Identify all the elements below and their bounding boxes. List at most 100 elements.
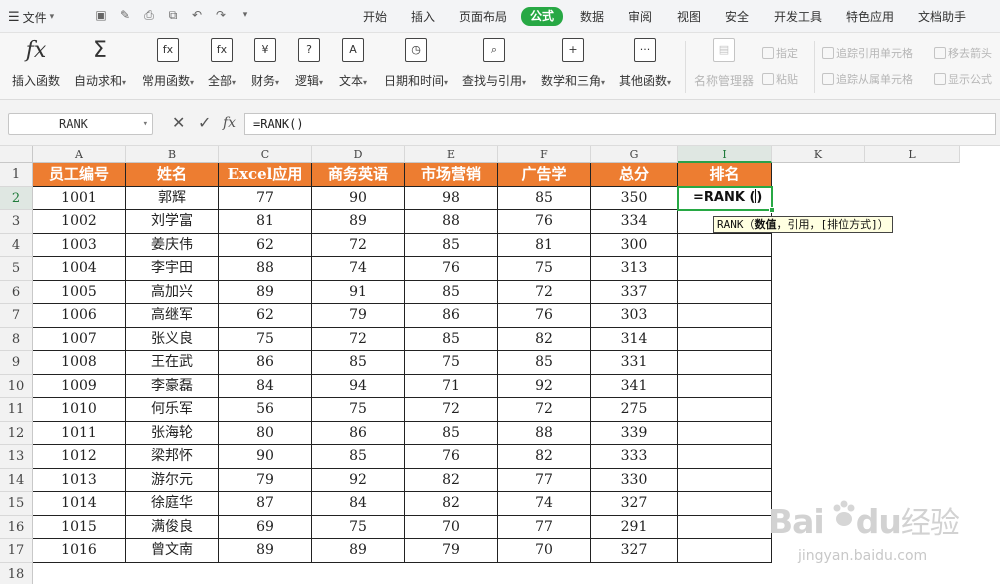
table-cell[interactable]: 79 xyxy=(219,468,312,492)
table-cell[interactable]: 79 xyxy=(312,304,405,328)
print-icon[interactable]: ⎙ xyxy=(142,8,156,22)
table-cell[interactable]: 82 xyxy=(498,445,591,469)
table-cell[interactable]: 89 xyxy=(312,539,405,563)
file-menu-button[interactable]: ☰ 文件 ▾ xyxy=(8,8,54,26)
table-cell[interactable]: 72 xyxy=(312,233,405,257)
table-cell[interactable]: 77 xyxy=(498,515,591,539)
table-cell[interactable]: 92 xyxy=(498,374,591,398)
tab-data[interactable]: 数据 xyxy=(580,8,604,26)
select-all-corner[interactable] xyxy=(0,146,33,163)
tab-insert[interactable]: 插入 xyxy=(411,8,435,26)
table-cell[interactable]: 曾文南 xyxy=(126,539,219,563)
table-cell[interactable]: 77 xyxy=(219,186,312,210)
rank-cell[interactable] xyxy=(678,257,772,281)
trace-precedents-button[interactable]: 追踪引用单元格 xyxy=(822,45,913,61)
rank-cell[interactable] xyxy=(678,398,772,422)
row-header-8[interactable]: 8 xyxy=(0,327,33,351)
table-cell[interactable]: 291 xyxy=(591,515,678,539)
table-cell[interactable]: 李宇田 xyxy=(126,257,219,281)
table-cell[interactable]: 何乐军 xyxy=(126,398,219,422)
name-manager-button[interactable]: ▤ 名称管理器 xyxy=(694,38,754,96)
table-cell[interactable]: 74 xyxy=(312,257,405,281)
table-cell[interactable]: 300 xyxy=(591,233,678,257)
table-cell[interactable]: 72 xyxy=(405,398,498,422)
table-cell[interactable]: 1012 xyxy=(33,445,126,469)
column-header-f[interactable]: F xyxy=(498,146,591,163)
other-functions-button[interactable]: ··· 其他函数▾ xyxy=(614,38,676,96)
table-cell[interactable]: 313 xyxy=(591,257,678,281)
confirm-check-icon[interactable]: ✓ xyxy=(198,114,211,132)
table-cell[interactable]: 341 xyxy=(591,374,678,398)
table-cell[interactable]: 郭辉 xyxy=(126,186,219,210)
table-cell[interactable]: 89 xyxy=(219,539,312,563)
table-cell[interactable]: 1010 xyxy=(33,398,126,422)
table-cell[interactable]: 339 xyxy=(591,421,678,445)
fx-icon[interactable]: fx xyxy=(223,114,236,132)
header-cell[interactable]: Excel应用 xyxy=(219,163,312,187)
table-cell[interactable]: 80 xyxy=(219,421,312,445)
table-cell[interactable]: 69 xyxy=(219,515,312,539)
table-cell[interactable]: 1002 xyxy=(33,210,126,234)
table-cell[interactable]: 1004 xyxy=(33,257,126,281)
save-icon[interactable]: ▣ xyxy=(94,8,108,22)
table-cell[interactable]: 梁邦怀 xyxy=(126,445,219,469)
fill-handle[interactable] xyxy=(769,207,775,213)
row-header-12[interactable]: 12 xyxy=(0,421,33,445)
table-cell[interactable]: 张义良 xyxy=(126,327,219,351)
header-cell[interactable]: 员工编号 xyxy=(33,163,126,187)
table-cell[interactable]: 74 xyxy=(498,492,591,516)
table-cell[interactable]: 85 xyxy=(405,233,498,257)
table-cell[interactable]: 1014 xyxy=(33,492,126,516)
table-cell[interactable]: 1016 xyxy=(33,539,126,563)
table-cell[interactable]: 92 xyxy=(312,468,405,492)
math-functions-button[interactable]: + 数学和三角▾ xyxy=(537,38,609,96)
table-cell[interactable]: 1003 xyxy=(33,233,126,257)
tab-view[interactable]: 视图 xyxy=(677,8,701,26)
paste-name-button[interactable]: 粘贴 xyxy=(762,71,798,87)
table-cell[interactable]: 75 xyxy=(312,398,405,422)
table-cell[interactable]: 72 xyxy=(498,398,591,422)
table-cell[interactable]: 70 xyxy=(498,539,591,563)
table-cell[interactable]: 姜庆伟 xyxy=(126,233,219,257)
finance-functions-button[interactable]: ¥ 财务▾ xyxy=(246,38,284,96)
table-cell[interactable]: 81 xyxy=(219,210,312,234)
table-cell[interactable]: 330 xyxy=(591,468,678,492)
row-header-6[interactable]: 6 xyxy=(0,280,33,304)
header-cell[interactable]: 排名 xyxy=(678,163,772,187)
table-cell[interactable]: 327 xyxy=(591,492,678,516)
table-cell[interactable]: 76 xyxy=(498,210,591,234)
column-header-a[interactable]: A xyxy=(33,146,126,163)
column-header-g[interactable]: G xyxy=(591,146,678,163)
rank-cell[interactable] xyxy=(678,492,772,516)
row-header-2[interactable]: 2 xyxy=(0,186,33,210)
table-cell[interactable]: 85 xyxy=(405,421,498,445)
table-cell[interactable]: 350 xyxy=(591,186,678,210)
table-cell[interactable]: 81 xyxy=(498,233,591,257)
table-cell[interactable]: 331 xyxy=(591,351,678,375)
autosum-button[interactable]: Σ 自动求和▾ xyxy=(70,38,130,96)
table-cell[interactable]: 79 xyxy=(405,539,498,563)
column-header-d[interactable]: D xyxy=(312,146,405,163)
table-cell[interactable]: 86 xyxy=(312,421,405,445)
table-cell[interactable]: 275 xyxy=(591,398,678,422)
row-header-13[interactable]: 13 xyxy=(0,445,33,469)
table-cell[interactable]: 77 xyxy=(498,468,591,492)
table-cell[interactable]: 75 xyxy=(498,257,591,281)
table-cell[interactable]: 1008 xyxy=(33,351,126,375)
active-cell-editor[interactable]: =RANK () xyxy=(677,185,775,213)
header-cell[interactable]: 总分 xyxy=(591,163,678,187)
table-cell[interactable]: 1009 xyxy=(33,374,126,398)
table-cell[interactable]: 84 xyxy=(219,374,312,398)
table-cell[interactable]: 91 xyxy=(312,280,405,304)
rank-cell[interactable] xyxy=(678,445,772,469)
table-cell[interactable]: 高继军 xyxy=(126,304,219,328)
column-header-e[interactable]: E xyxy=(405,146,498,163)
table-cell[interactable]: 71 xyxy=(405,374,498,398)
tab-special-apps[interactable]: 特色应用 xyxy=(846,8,894,26)
column-header-c[interactable]: C xyxy=(219,146,312,163)
table-cell[interactable]: 刘学富 xyxy=(126,210,219,234)
table-cell[interactable]: 88 xyxy=(405,210,498,234)
table-cell[interactable]: 张海轮 xyxy=(126,421,219,445)
table-cell[interactable]: 75 xyxy=(312,515,405,539)
table-cell[interactable]: 88 xyxy=(498,421,591,445)
